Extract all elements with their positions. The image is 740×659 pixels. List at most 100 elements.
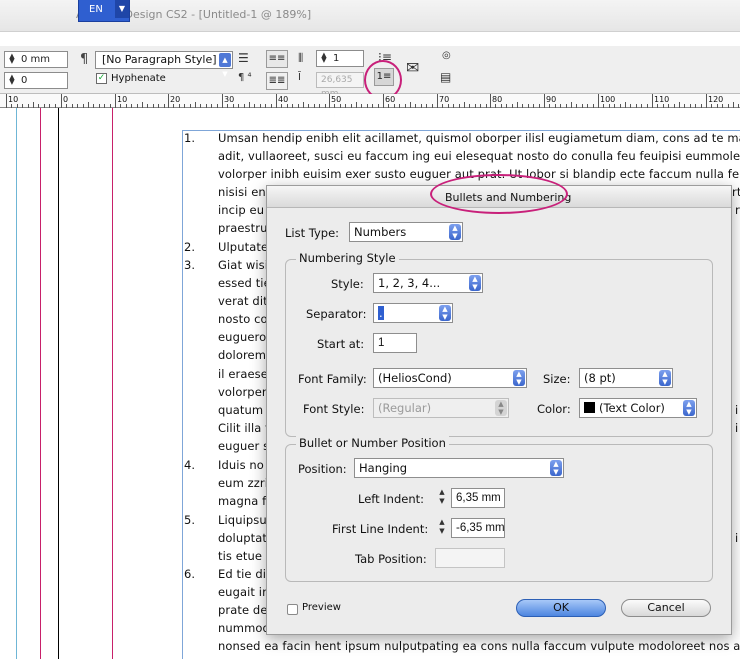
font-family-select[interactable]: (HeliosCond) ▲ ▼ [373, 368, 527, 388]
stepper-icon[interactable]: ▲ ▼ [435, 488, 449, 508]
text-line[interactable]: nisisi en [218, 185, 266, 199]
text-line[interactable]: dolorem [218, 348, 266, 362]
list-number: 2. [184, 240, 195, 254]
chevron-down-icon[interactable]: ▲ ▼ [513, 370, 525, 386]
ruler-tick [490, 94, 491, 108]
ruler-label: 70 [439, 95, 450, 104]
columns-value: 1 [333, 53, 340, 64]
column-guide [16, 108, 17, 659]
text-fragment: i [735, 531, 739, 545]
text-line[interactable]: Giat wisi [218, 258, 268, 272]
hyphenate-checkbox[interactable]: ✓ [96, 73, 107, 84]
text-line[interactable]: quatum [218, 403, 263, 417]
text-line[interactable]: incip eu [218, 203, 264, 217]
ruler-label: 120 [708, 95, 724, 104]
position-label: Position: [298, 462, 347, 476]
position-select[interactable]: Hanging ▲ ▼ [354, 458, 564, 478]
text-line[interactable]: Cilit illa f [218, 421, 269, 435]
no-grid-icon[interactable]: ≣≣ [266, 72, 288, 90]
text-line[interactable]: Ed tie di [218, 567, 266, 581]
text-line[interactable]: Ulputate [218, 240, 268, 254]
text-line[interactable]: nummod [218, 621, 270, 635]
text-line[interactable]: volorper [218, 385, 267, 399]
text-line[interactable]: doluptat [218, 531, 267, 545]
stepper-icon[interactable]: ▲ ▼ [7, 53, 17, 65]
ruler-tick [276, 94, 277, 108]
preview-label: Preview [302, 602, 341, 613]
target-icon[interactable]: ◎ [442, 50, 451, 61]
x-position-field[interactable]: ▲ ▼ 0 mm [4, 51, 68, 68]
ruler-label: 60 [385, 95, 396, 104]
list-number: 1. [184, 131, 195, 145]
panel-menu-icon[interactable]: ▤ [440, 70, 451, 84]
paragraph-style-select[interactable]: [No Paragraph Style] ▲ ▼ [95, 51, 233, 78]
gutter-icon: Ī [298, 72, 301, 83]
ruler-tick [544, 94, 545, 108]
color-select[interactable]: (Text Color) ▲ ▼ [579, 398, 697, 418]
y-position-field[interactable]: ▲ ▼ 0 [4, 72, 68, 89]
separator-select[interactable]: . ▲ ▼ [373, 303, 453, 323]
drop-cap-icon[interactable]: ✉ [406, 58, 419, 77]
left-indent-field[interactable] [451, 488, 505, 508]
text-line[interactable]: Iduis no [218, 458, 264, 472]
text-line[interactable]: prate de [218, 603, 268, 617]
style-select[interactable]: 1, 2, 3, 4... ▲ ▼ [373, 273, 483, 293]
text-line[interactable]: magna f [218, 494, 266, 508]
size-select[interactable]: (8 pt) ▲ ▼ [579, 368, 673, 388]
text-line[interactable]: eum zzri [218, 476, 268, 490]
text-line[interactable]: eugueros [218, 330, 272, 344]
text-line[interactable]: adit, vullaoreet, susci eu faccum ing eu… [218, 149, 740, 163]
align-grid-icon[interactable]: ≡≡ [266, 50, 288, 68]
chevron-down-icon[interactable]: ▲ ▼ [219, 53, 231, 78]
left-indent-label: Left Indent: [358, 492, 425, 506]
ruler-label: 20 [170, 95, 181, 104]
size-label: Size: [543, 372, 571, 386]
list-type-label: List Type: [285, 226, 340, 240]
ruler-tick [329, 94, 330, 108]
language-switcher[interactable]: EN ▼ [78, 0, 130, 22]
title-bar: Adobe InDesign CS2 - [Untitled-1 @ 189%]… [0, 0, 740, 32]
chevron-down-icon[interactable]: ▲ ▼ [683, 400, 695, 416]
text-fragment: rt [732, 185, 740, 199]
first-line-indent-label: First Line Indent: [332, 522, 429, 536]
start-at-field[interactable] [373, 333, 417, 353]
ruler-label: 110 [654, 95, 670, 104]
text-line[interactable]: euguer s [218, 439, 269, 453]
cancel-button[interactable]: Cancel [621, 599, 711, 617]
text-line[interactable]: verat dit [218, 294, 268, 308]
paragraph-icon: ¶ [80, 52, 89, 67]
list-number: 3. [184, 258, 195, 272]
ok-button[interactable]: OK [516, 599, 606, 617]
text-line[interactable]: nonsed ea facin hent ipsum nulputpating … [218, 639, 740, 653]
chevron-down-icon[interactable]: ▲ ▼ [449, 224, 461, 240]
first-line-indent-field[interactable] [451, 518, 505, 538]
text-line[interactable]: il eraese [218, 367, 268, 381]
chevron-down-icon[interactable]: ▲ ▼ [439, 305, 451, 321]
text-line[interactable]: tis etue d [218, 549, 273, 563]
text-line[interactable]: Umsan hendip enibh elit acillamet, quism… [218, 131, 740, 145]
text-line[interactable]: eugait ir [218, 585, 267, 599]
stepper-icon[interactable]: ▲ ▼ [7, 74, 17, 86]
chevron-down-icon[interactable]: ▼ [115, 0, 129, 18]
text-line[interactable]: nosto co [218, 312, 268, 326]
text-line[interactable]: Liquipsu [218, 513, 267, 527]
preview-checkbox[interactable] [287, 604, 298, 615]
ruler-label: 80 [492, 95, 503, 104]
position-value: Hanging [359, 461, 408, 475]
stepper-icon[interactable]: ▲ ▼ [435, 518, 449, 538]
text-line[interactable]: praestru [218, 221, 267, 235]
text-line[interactable]: essed tie [218, 276, 271, 290]
chevron-down-icon[interactable]: ▲ ▼ [659, 370, 671, 386]
ruler-label: 50 [331, 95, 342, 104]
color-swatch [584, 402, 595, 413]
indesign-window: Adobe InDesign CS2 - [Untitled-1 @ 189%]… [0, 0, 740, 659]
columns-field[interactable]: ▲ ▼ 1 [316, 50, 364, 67]
ruler-tick [222, 94, 223, 108]
chevron-down-icon[interactable]: ▲ ▼ [550, 460, 562, 476]
stepper-icon[interactable]: ▲ ▼ [319, 52, 329, 64]
paragraph-composer-icon[interactable]: ¶ ⁴ [238, 72, 252, 83]
list-type-select[interactable]: Numbers ▲ ▼ [349, 222, 463, 242]
text-fragment: i [735, 403, 739, 417]
chevron-down-icon[interactable]: ▲ ▼ [469, 275, 481, 291]
paragraph-styles-panel-icon[interactable]: ☰ [238, 51, 249, 65]
